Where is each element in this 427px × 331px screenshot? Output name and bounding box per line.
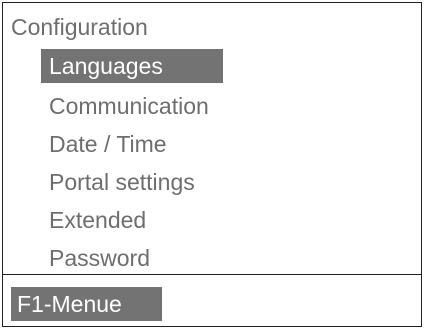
softkey-bar: F1-Menue — [3, 274, 421, 326]
f1-menu-softkey[interactable]: F1-Menue — [11, 287, 162, 321]
menu-item-languages[interactable]: Languages — [41, 49, 223, 83]
menu-title: Configuration — [11, 14, 148, 40]
menu-item-portal-settings[interactable]: Portal settings — [41, 163, 223, 201]
device-screen: Configuration Languages Communication Da… — [2, 2, 422, 327]
menu-item-date-time[interactable]: Date / Time — [41, 125, 223, 163]
menu-item-extended[interactable]: Extended — [41, 201, 223, 239]
configuration-menu: Languages Communication Date / Time Port… — [41, 49, 223, 277]
menu-item-password[interactable]: Password — [41, 239, 223, 277]
menu-item-communication[interactable]: Communication — [41, 87, 223, 125]
